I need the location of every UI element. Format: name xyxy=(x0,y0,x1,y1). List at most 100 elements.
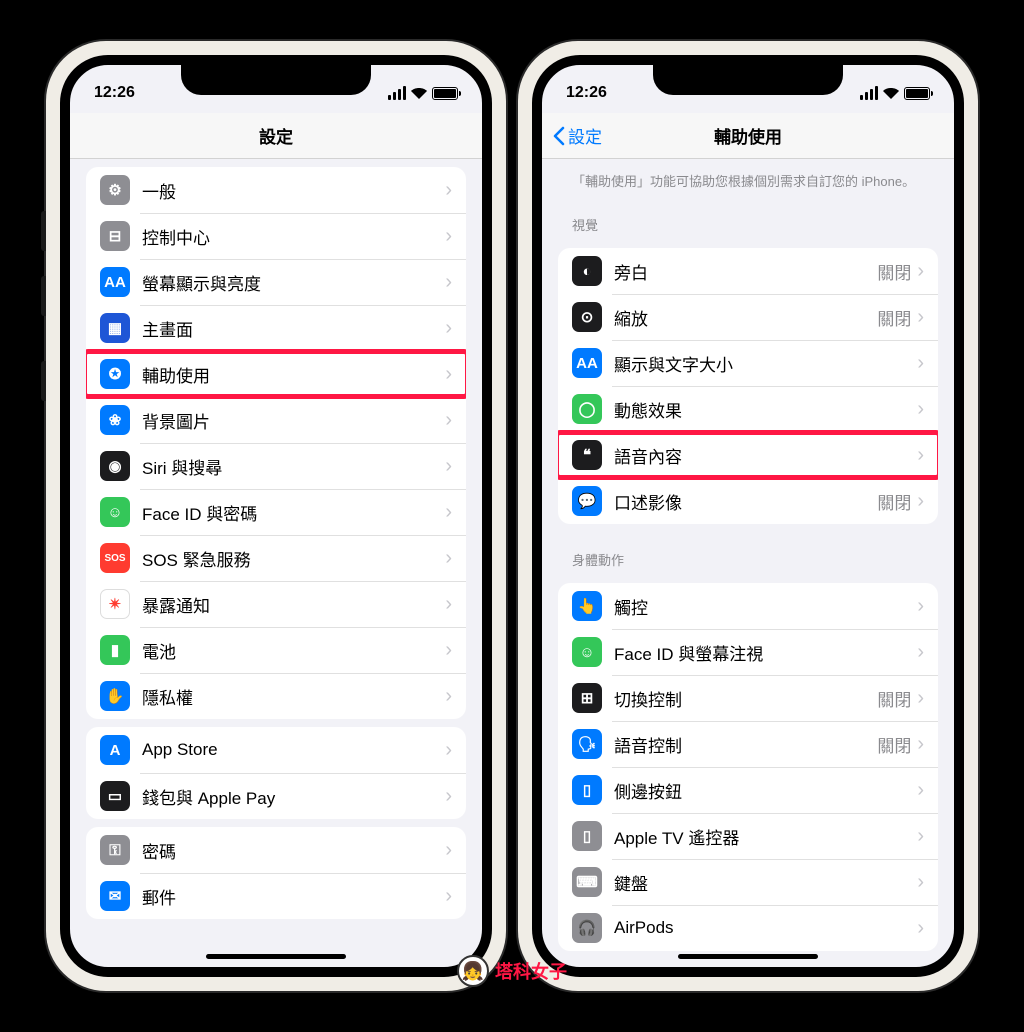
row-apple-tv[interactable]: ▯Apple TV 遙控器› xyxy=(558,813,938,859)
row-display[interactable]: AA螢幕顯示與亮度› xyxy=(86,259,466,305)
row-label: 動態效果 xyxy=(614,397,917,422)
row-label: 輔助使用 xyxy=(142,362,445,387)
apple-tv-icon: ▯ xyxy=(572,821,602,851)
settings-group: A App Store› ▭錢包與 Apple Pay› xyxy=(86,727,466,819)
chevron-right-icon: › xyxy=(917,596,924,616)
nav-title: 輔助使用 xyxy=(714,123,782,148)
row-audio-desc[interactable]: 💬口述影像關閉› xyxy=(558,478,938,524)
control-center-icon: ⊟ xyxy=(100,221,130,251)
row-label: 控制中心 xyxy=(142,224,445,249)
home-screen-icon: ▦ xyxy=(100,313,130,343)
row-label: 鍵盤 xyxy=(614,870,917,895)
row-side-button[interactable]: ▯側邊按鈕› xyxy=(558,767,938,813)
chevron-right-icon: › xyxy=(445,502,452,522)
wifi-icon xyxy=(411,87,427,99)
row-zoom[interactable]: ⊙縮放關閉› xyxy=(558,294,938,340)
row-label: 密碼 xyxy=(142,838,445,863)
row-switch-control[interactable]: ⊞切換控制關閉› xyxy=(558,675,938,721)
row-keyboard[interactable]: ⌨鍵盤› xyxy=(558,859,938,905)
row-label: 口述影像 xyxy=(614,489,877,514)
phone-mockup-left: 12:26 設定 ⚙一般›⊟控制中心›AA螢幕顯示與亮度›▦主畫面›✪輔助使用›… xyxy=(46,41,506,991)
spoken-icon: ❝ xyxy=(572,440,602,470)
row-voice-control[interactable]: 🗣語音控制關閉› xyxy=(558,721,938,767)
row-control-center[interactable]: ⊟控制中心› xyxy=(86,213,466,259)
row-motion[interactable]: ◯ 動態效果› xyxy=(558,386,938,432)
accessibility-icon: ✪ xyxy=(100,359,130,389)
row-label: 錢包與 Apple Pay xyxy=(142,784,445,809)
chevron-right-icon: › xyxy=(917,307,924,327)
motion-icon: ◯ xyxy=(572,394,602,424)
home-indicator[interactable] xyxy=(206,954,346,959)
row-label: 側邊按鈕 xyxy=(614,778,917,803)
row-face-attention[interactable]: ☺Face ID 與螢幕注視› xyxy=(558,629,938,675)
chevron-right-icon: › xyxy=(917,445,924,465)
row-appstore[interactable]: A App Store› xyxy=(86,727,466,773)
row-label: 背景圖片 xyxy=(142,408,445,433)
row-spoken[interactable]: ❝ 語音內容› xyxy=(558,432,938,478)
row-privacy[interactable]: ✋隱私權› xyxy=(86,673,466,719)
chevron-right-icon: › xyxy=(917,826,924,846)
row-label: App Store xyxy=(142,740,445,760)
zoom-icon: ⊙ xyxy=(572,302,602,332)
settings-group: ⚿ 密碼 ›✉郵件› xyxy=(86,827,466,919)
chevron-right-icon: › xyxy=(917,261,924,281)
row-faceid[interactable]: ☺Face ID 與密碼› xyxy=(86,489,466,535)
chevron-right-icon: › xyxy=(445,740,452,760)
row-passwords[interactable]: ⚿密碼› xyxy=(86,827,466,873)
settings-group: ◐旁白關閉›⊙縮放關閉›AA顯示與文字大小›◯動態效果›❝語音內容›💬口述影像關… xyxy=(558,248,938,524)
chevron-right-icon: › xyxy=(917,399,924,419)
row-touch[interactable]: 👆觸控› xyxy=(558,583,938,629)
battery-icon xyxy=(904,87,930,100)
row-value: 關閉 xyxy=(877,259,911,284)
row-voiceover[interactable]: ◐旁白關閉› xyxy=(558,248,938,294)
row-accessibility[interactable]: ✪輔助使用› xyxy=(86,351,466,397)
display-icon: AA xyxy=(100,267,130,297)
row-label: 隱私權 xyxy=(142,684,445,709)
battery-icon: ▮ xyxy=(100,635,130,665)
row-mail[interactable]: ✉郵件› xyxy=(86,873,466,919)
row-airpods[interactable]: 🎧AirPods› xyxy=(558,905,938,951)
chevron-left-icon xyxy=(552,126,566,146)
row-home-screen[interactable]: ▦主畫面› xyxy=(86,305,466,351)
chevron-right-icon: › xyxy=(445,886,452,906)
chevron-right-icon: › xyxy=(917,872,924,892)
chevron-right-icon: › xyxy=(917,491,924,511)
row-label: 縮放 xyxy=(614,305,877,330)
row-wallet[interactable]: ▭錢包與 Apple Pay› xyxy=(86,773,466,819)
row-general[interactable]: ⚙一般› xyxy=(86,167,466,213)
row-battery[interactable]: ▮電池› xyxy=(86,627,466,673)
mail-icon: ✉ xyxy=(100,881,130,911)
settings-group: 👆觸控›☺Face ID 與螢幕注視›⊞切換控制關閉›🗣語音控制關閉› ▯ 側邊按鈕… xyxy=(558,583,938,951)
row-label: 顯示與文字大小 xyxy=(614,351,917,376)
notch xyxy=(653,65,843,95)
accessibility-list[interactable]: 「輔助使用」功能可協助您根據個別需求自訂您的 iPhone。 視覺◐旁白關閉›⊙… xyxy=(542,159,954,967)
faceid-icon: ☺ xyxy=(100,497,130,527)
row-siri[interactable]: ◉Siri 與搜尋› xyxy=(86,443,466,489)
nav-bar: 設定 xyxy=(70,113,482,159)
row-label: Siri 與搜尋 xyxy=(142,454,445,479)
status-icons xyxy=(860,86,930,100)
chevron-right-icon: › xyxy=(445,456,452,476)
wallpaper-icon: ❀ xyxy=(100,405,130,435)
section-header: 視覺 xyxy=(542,197,954,240)
chevron-right-icon: › xyxy=(445,686,452,706)
chevron-right-icon: › xyxy=(445,180,452,200)
back-button[interactable]: 設定 xyxy=(552,123,602,148)
row-label: SOS 緊急服務 xyxy=(142,546,445,571)
chevron-right-icon: › xyxy=(917,353,924,373)
row-exposure[interactable]: ✴暴露通知› xyxy=(86,581,466,627)
side-button-icon: ▯ xyxy=(572,775,602,805)
passwords-icon: ⚿ xyxy=(100,835,130,865)
row-display-text[interactable]: AA顯示與文字大小› xyxy=(558,340,938,386)
row-label: 電池 xyxy=(142,638,445,663)
chevron-right-icon: › xyxy=(917,734,924,754)
settings-list[interactable]: ⚙一般›⊟控制中心›AA螢幕顯示與亮度›▦主畫面›✪輔助使用›❀背景圖片›◉Si… xyxy=(70,159,482,967)
row-label: 觸控 xyxy=(614,594,917,619)
row-wallpaper[interactable]: ❀背景圖片› xyxy=(86,397,466,443)
appstore-icon: A xyxy=(100,735,130,765)
row-label: 語音內容 xyxy=(614,443,917,468)
audio-desc-icon: 💬 xyxy=(572,486,602,516)
row-sos[interactable]: SOSSOS 緊急服務› xyxy=(86,535,466,581)
home-indicator[interactable] xyxy=(678,954,818,959)
nav-title: 設定 xyxy=(259,123,293,148)
